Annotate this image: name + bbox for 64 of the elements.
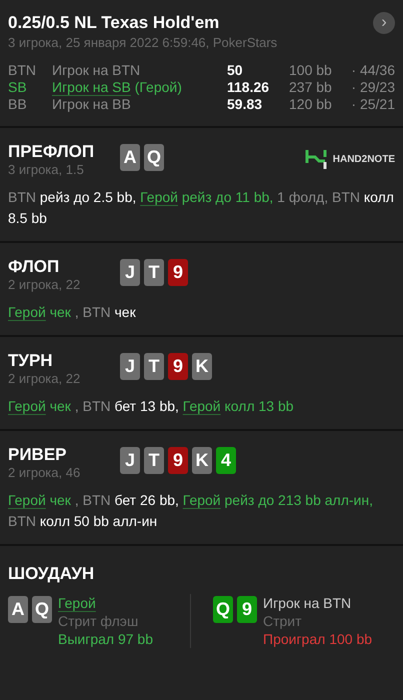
street-title: ПРЕФЛОП	[8, 142, 96, 162]
player-stats: · 44/36	[350, 62, 395, 78]
hero-link[interactable]: Герой	[182, 492, 221, 508]
showdown-title: ШОУДАУН	[8, 564, 94, 583]
playing-card: Q	[144, 144, 164, 171]
playing-card: Q	[213, 596, 233, 623]
playing-card: T	[144, 259, 164, 286]
playing-card: K	[192, 447, 212, 474]
hero-link[interactable]: Герой	[182, 398, 221, 414]
hand-info: 3 игрока, 25 января 2022 6:59:46, PokerStars	[8, 35, 278, 50]
playing-card: T	[144, 353, 164, 380]
playing-card: J	[120, 259, 140, 286]
player-stack: 50	[227, 62, 244, 78]
playing-card: T	[144, 447, 164, 474]
street-title: РИВЕР	[8, 445, 68, 465]
playing-card: J	[120, 353, 140, 380]
action-line: Герой чек , BTN чек	[8, 303, 137, 322]
hand-rank: Стрит флэш	[58, 612, 140, 630]
hand-result: Выиграл 97 bb	[58, 630, 153, 648]
hero-link[interactable]: Герой	[8, 398, 46, 414]
player-name[interactable]: Игрок на BB	[52, 96, 227, 112]
playing-card: Q	[32, 596, 52, 623]
player-stats: · 29/23	[350, 79, 395, 95]
street-info: 2 игрока, 22	[8, 277, 82, 292]
player-name[interactable]: Игрок на BTN	[52, 62, 227, 78]
player-name[interactable]: Игрок на SB	[52, 79, 131, 95]
player-stack: 118.26	[227, 79, 270, 95]
action-line: BTN рейз до 2.5 bb, Герой рейз до 11 bb, 1 фолд, BTN колл 8.5 bb	[8, 188, 395, 228]
player-name[interactable]: Герой	[58, 594, 153, 612]
player-stats: · 25/21	[350, 96, 395, 112]
playing-card: A	[120, 144, 140, 171]
playing-card: 9	[168, 353, 188, 380]
stack-bb: 237 bb	[289, 79, 333, 95]
player-position: BB	[8, 96, 28, 112]
stack-bb: 120 bb	[289, 96, 333, 112]
street-info: 2 игрока, 46	[8, 465, 82, 480]
street-info: 3 игрока, 1.5	[8, 162, 85, 177]
action-line: Герой чек , BTN бет 26 bb, Герой рейз до 213 bb алл-ин, BTN колл 50 bb алл-ин	[8, 491, 374, 531]
hero-link[interactable]: Герой	[140, 189, 178, 205]
player-position: SB	[8, 79, 28, 95]
game-title: 0.25/0.5 NL Texas Hold'em	[8, 13, 220, 33]
hero-link[interactable]: Герой	[8, 492, 46, 508]
playing-card: J	[120, 447, 140, 474]
playing-card: 9	[237, 596, 257, 623]
player-stack: 59.83	[227, 96, 264, 112]
playing-card: 4	[216, 447, 236, 474]
logo-icon	[304, 148, 327, 170]
hand-rank: Стрит	[263, 612, 303, 630]
playing-card: 9	[168, 259, 188, 286]
player-name[interactable]: Игрок на BTN	[263, 594, 372, 612]
street-title: ТУРН	[8, 351, 54, 371]
hero-tag: (Герой)	[134, 79, 182, 95]
playing-card: 9	[168, 447, 188, 474]
playing-card: A	[8, 596, 28, 623]
street-info: 2 игрока, 22	[8, 371, 82, 386]
hand-result: Проиграл 100 bb	[263, 630, 372, 648]
hero-link[interactable]: Герой	[8, 304, 46, 320]
player-position: BTN	[8, 62, 37, 78]
logo-text: HAND2NOTE	[332, 154, 395, 164]
street-title: ФЛОП	[8, 257, 60, 277]
action-line: Герой чек , BTN бет 13 bb, Герой колл 13 bb	[8, 397, 295, 416]
next-button[interactable]: ›	[373, 12, 395, 34]
stack-bb: 100 bb	[289, 62, 333, 78]
playing-card: K	[192, 353, 212, 380]
